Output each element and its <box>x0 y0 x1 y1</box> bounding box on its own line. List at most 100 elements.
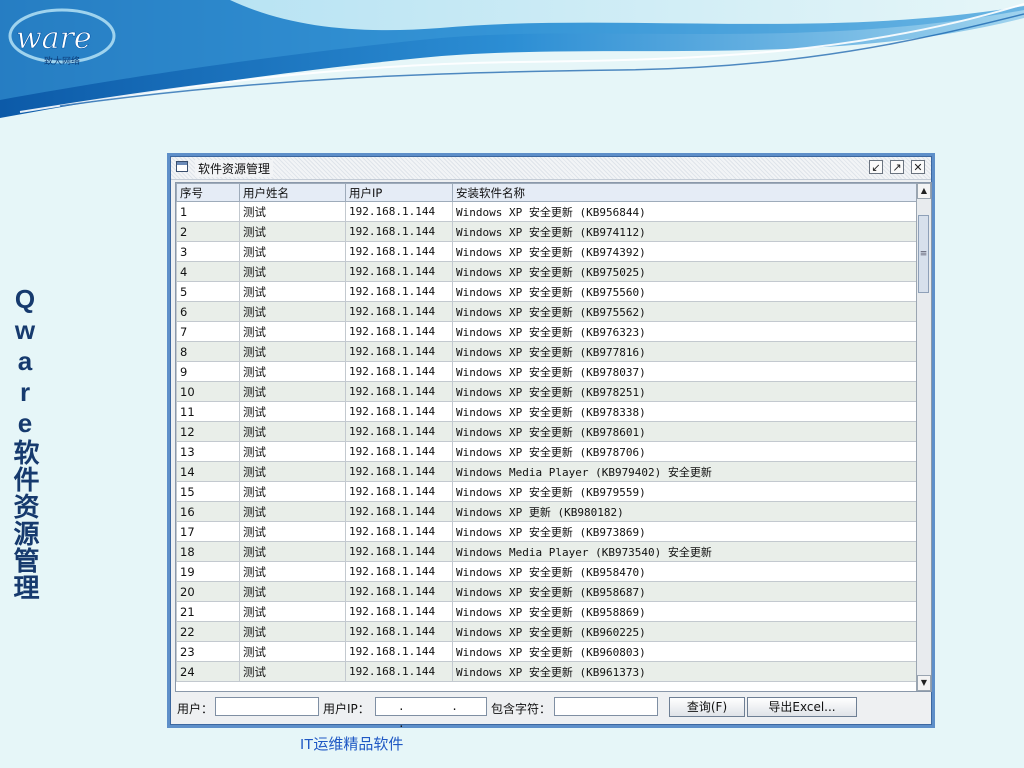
cell-software: Windows XP 安全更新 (KB960803) <box>452 641 920 662</box>
cell-username: 测试 <box>239 381 346 402</box>
contains-label: 包含字符： <box>491 702 552 716</box>
table-row[interactable]: 22 测试 192.168.1.144 Windows XP 安全更新 (KB9602… <box>176 621 920 642</box>
window-title: 软件资源管理 <box>195 160 274 177</box>
table-row[interactable]: 18 测试 192.168.1.144 Windows Media Player (K… <box>176 541 920 562</box>
cell-software: Windows XP 安全更新 (KB978338) <box>452 401 920 422</box>
cell-username: 测试 <box>239 261 346 282</box>
cell-index: 14 <box>176 461 240 482</box>
table-row[interactable]: 12 测试 192.168.1.144 Windows XP 安全更新 (KB9786… <box>176 421 920 442</box>
table-row[interactable]: 2 测试 192.168.1.144 Windows XP 安全更新 (KB97411… <box>176 221 920 242</box>
window-titlebar[interactable]: 软件资源管理 ↙ ↗ ✕ <box>171 157 931 180</box>
window-app-icon <box>176 161 188 172</box>
table-row[interactable]: 6 测试 192.168.1.144 Windows XP 安全更新 (KB97556… <box>176 301 920 322</box>
cell-software: Windows XP 安全更新 (KB976323) <box>452 321 920 342</box>
column-header-username[interactable]: 用户姓名 <box>239 183 346 202</box>
cell-index: 1 <box>176 201 240 222</box>
cell-index: 10 <box>176 381 240 402</box>
table-row[interactable]: 23 测试 192.168.1.144 Windows XP 安全更新 (KB9608… <box>176 641 920 662</box>
side-title: Qware软件资源管理 <box>10 284 40 601</box>
cell-index: 5 <box>176 281 240 302</box>
column-header-ip[interactable]: 用户IP <box>345 183 453 202</box>
table-row[interactable]: 5 测试 192.168.1.144 Windows XP 安全更新 (KB97556… <box>176 281 920 302</box>
scrollbar-thumb[interactable]: ≡ <box>918 215 929 293</box>
software-table-area: 序号 用户姓名 用户IP 安装软件名称 1 测试 192.168.1.144 Wind… <box>175 182 932 692</box>
table-row[interactable]: 4 测试 192.168.1.144 Windows XP 安全更新 (KB97502… <box>176 261 920 282</box>
table-header-row: 序号 用户姓名 用户IP 安装软件名称 <box>176 183 920 202</box>
cell-username: 测试 <box>239 281 346 302</box>
table-row[interactable]: 17 测试 192.168.1.144 Windows XP 安全更新 (KB9738… <box>176 521 920 542</box>
table-row[interactable]: 10 测试 192.168.1.144 Windows XP 安全更新 (KB9782… <box>176 381 920 402</box>
cell-username: 测试 <box>239 581 346 602</box>
table-row[interactable]: 16 测试 192.168.1.144 Windows XP 更新 (KB980182… <box>176 501 920 522</box>
cell-username: 测试 <box>239 241 346 262</box>
column-header-software[interactable]: 安装软件名称 <box>452 183 920 202</box>
cell-index: 16 <box>176 501 240 522</box>
cell-software: Windows XP 安全更新 (KB974112) <box>452 221 920 242</box>
table-row[interactable]: 1 测试 192.168.1.144 Windows XP 安全更新 (KB95684… <box>176 201 920 222</box>
table-row[interactable]: 15 测试 192.168.1.144 Windows XP 安全更新 (KB9795… <box>176 481 920 502</box>
table-row[interactable]: 19 测试 192.168.1.144 Windows XP 安全更新 (KB9584… <box>176 561 920 582</box>
column-header-index[interactable]: 序号 <box>176 183 240 202</box>
table-row[interactable]: 8 测试 192.168.1.144 Windows XP 安全更新 (KB97781… <box>176 341 920 362</box>
scroll-down-icon[interactable]: ▼ <box>917 675 931 691</box>
maximize-icon[interactable]: ↗ <box>890 160 904 174</box>
table-row[interactable]: 20 测试 192.168.1.144 Windows XP 安全更新 (KB9586… <box>176 581 920 602</box>
cell-index: 20 <box>176 581 240 602</box>
table-row[interactable]: 14 测试 192.168.1.144 Windows Media Player (K… <box>176 461 920 482</box>
table-row[interactable]: 11 测试 192.168.1.144 Windows XP 安全更新 (KB9783… <box>176 401 920 422</box>
software-resource-window: 软件资源管理 ↙ ↗ ✕ 序号 用户姓名 用户IP 安装软件名称 1 测试 192 <box>167 153 935 730</box>
table-row[interactable]: 7 测试 192.168.1.144 Windows XP 安全更新 (KB97632… <box>176 321 920 342</box>
cell-ip: 192.168.1.144 <box>345 361 453 382</box>
cell-index: 9 <box>176 361 240 382</box>
cell-software: Windows XP 安全更新 (KB974392) <box>452 241 920 262</box>
cell-username: 测试 <box>239 521 346 542</box>
user-input[interactable] <box>215 697 319 716</box>
cell-software: Windows XP 安全更新 (KB958869) <box>452 601 920 622</box>
cell-ip: 192.168.1.144 <box>345 461 453 482</box>
table-vertical-scrollbar[interactable]: ▲ ≡ ▼ <box>916 183 931 691</box>
contains-input[interactable] <box>554 697 658 716</box>
table-row[interactable]: 13 测试 192.168.1.144 Windows XP 安全更新 (KB9787… <box>176 441 920 462</box>
cell-index: 19 <box>176 561 240 582</box>
cell-index: 18 <box>176 541 240 562</box>
export-excel-button[interactable]: 导出Excel... <box>747 697 857 717</box>
cell-ip: 192.168.1.144 <box>345 521 453 542</box>
cell-software: Windows XP 安全更新 (KB978037) <box>452 361 920 382</box>
table-row[interactable]: 21 测试 192.168.1.144 Windows XP 安全更新 (KB9588… <box>176 601 920 622</box>
cell-index: 7 <box>176 321 240 342</box>
cell-ip: 192.168.1.144 <box>345 561 453 582</box>
table-row[interactable]: 9 测试 192.168.1.144 Windows XP 安全更新 (KB97803… <box>176 361 920 382</box>
table-row[interactable]: 3 测试 192.168.1.144 Windows XP 安全更新 (KB97439… <box>176 241 920 262</box>
cell-ip: 192.168.1.144 <box>345 421 453 442</box>
footer-slogan: IT运维精品软件 <box>300 736 404 753</box>
cell-ip: 192.168.1.144 <box>345 261 453 282</box>
cell-software: Windows XP 安全更新 (KB978706) <box>452 441 920 462</box>
close-icon[interactable]: ✕ <box>911 160 925 174</box>
svg-text:致大网络: 致大网络 <box>44 55 80 67</box>
user-ip-input[interactable]: . . . <box>375 697 487 730</box>
restore-icon[interactable]: ↙ <box>869 160 883 174</box>
cell-ip: 192.168.1.144 <box>345 241 453 262</box>
cell-software: Windows XP 安全更新 (KB975025) <box>452 261 920 282</box>
scroll-up-icon[interactable]: ▲ <box>917 183 931 199</box>
header-wave-decoration <box>0 0 1024 130</box>
cell-index: 4 <box>176 261 240 282</box>
cell-username: 测试 <box>239 441 346 462</box>
cell-software: Windows XP 安全更新 (KB975562) <box>452 301 920 322</box>
user-ip-label: 用户IP： <box>323 702 370 716</box>
cell-username: 测试 <box>239 561 346 582</box>
cell-index: 3 <box>176 241 240 262</box>
cell-software: Windows XP 安全更新 (KB979559) <box>452 481 920 502</box>
query-button[interactable]: 查询(F) <box>669 697 745 717</box>
cell-username: 测试 <box>239 401 346 422</box>
cell-index: 2 <box>176 221 240 242</box>
cell-ip: 192.168.1.144 <box>345 601 453 622</box>
cell-ip: 192.168.1.144 <box>345 661 453 682</box>
cell-ip: 192.168.1.144 <box>345 401 453 422</box>
cell-username: 测试 <box>239 501 346 522</box>
cell-username: 测试 <box>239 361 346 382</box>
table-row[interactable]: 24 测试 192.168.1.144 Windows XP 安全更新 (KB9613… <box>176 661 920 682</box>
cell-ip: 192.168.1.144 <box>345 641 453 662</box>
cell-username: 测试 <box>239 461 346 482</box>
cell-software: Windows XP 安全更新 (KB978251) <box>452 381 920 402</box>
